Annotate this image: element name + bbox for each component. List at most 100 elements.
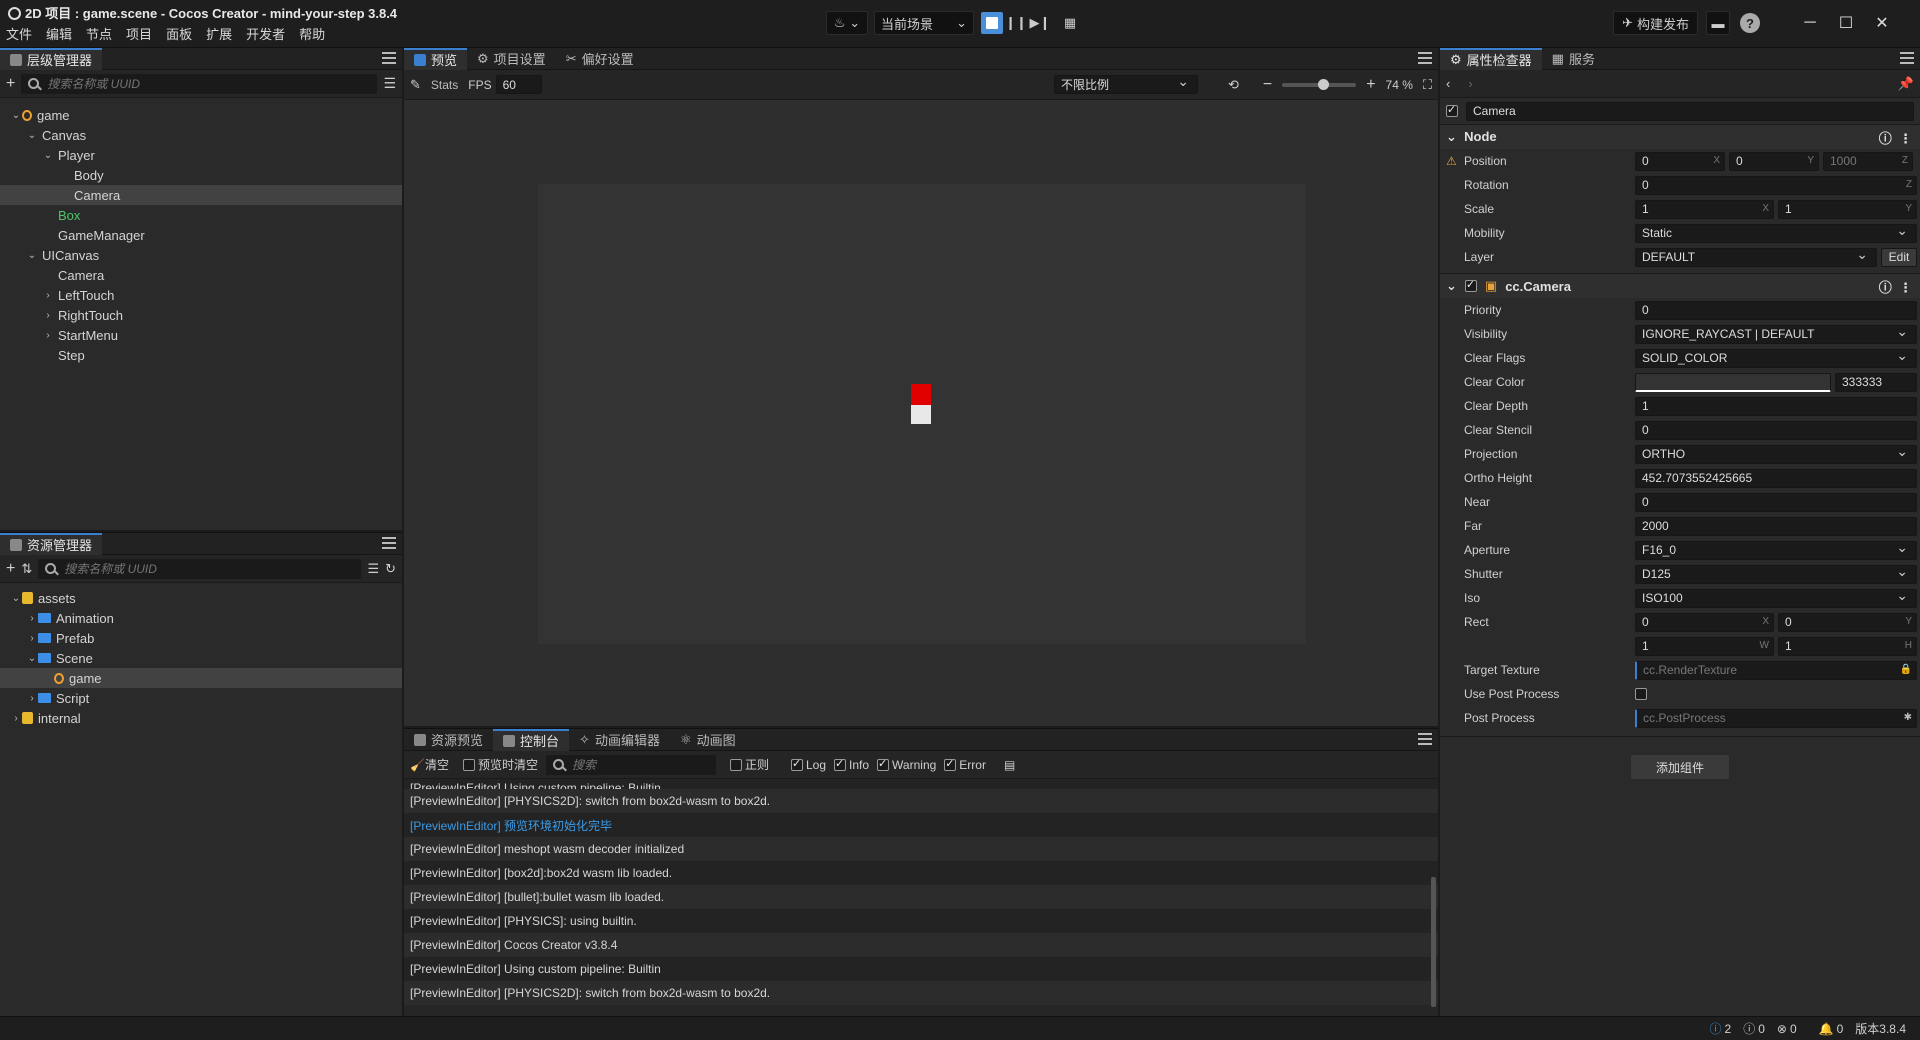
tree-item[interactable]: › RightTouch (0, 305, 402, 325)
tab-services[interactable]: ▦ 服务 (1542, 48, 1605, 70)
help-icon[interactable]: ⓘ (1879, 131, 1892, 146)
panel-menu-icon[interactable] (1900, 52, 1914, 64)
lock-icon[interactable]: 🔒 (1900, 664, 1912, 675)
console-search-input[interactable] (569, 756, 715, 773)
zoom-in-button[interactable]: + (1366, 76, 1375, 94)
open-log-icon[interactable]: ▤ (1004, 758, 1015, 772)
step-button[interactable]: ▶❙ (1028, 11, 1052, 35)
tree-item[interactable]: ⌄ Canvas (0, 125, 402, 145)
component-link-icon[interactable]: ✱ (1904, 712, 1912, 723)
tree-item[interactable]: ⌄ Player (0, 145, 402, 165)
collapse-all-icon[interactable]: ☰ (367, 561, 379, 577)
tab-assets[interactable]: 资源管理器 (0, 532, 103, 555)
property-select[interactable]: D125 (1635, 563, 1917, 584)
property-select[interactable]: ISO100 (1635, 587, 1917, 608)
tree-item[interactable]: Box (0, 205, 402, 225)
rect-x-input[interactable]: 0X (1635, 612, 1774, 632)
back-icon[interactable]: ‹ (1446, 76, 1450, 91)
scale-y-input[interactable]: 1Y (1778, 199, 1917, 219)
menu-panel[interactable]: 面板 (166, 24, 192, 43)
chevron-down-icon[interactable]: ⌄ (42, 150, 54, 161)
rotate-icon[interactable]: ⟲ (1228, 77, 1239, 93)
property-input[interactable]: 0 (1635, 492, 1917, 512)
stats-toggle[interactable]: Stats (431, 78, 458, 92)
filter-warning-checkbox[interactable]: Warning (877, 757, 936, 772)
log-row[interactable]: [PreviewInEditor] Cocos Creator v3.8.4 (404, 933, 1438, 957)
chevron-right-icon[interactable]: › (42, 330, 54, 341)
chevron-down-icon[interactable]: ⌄ (10, 110, 22, 121)
regex-checkbox[interactable]: 正则 (729, 756, 769, 773)
tree-item[interactable]: GameManager (0, 225, 402, 245)
tree-item[interactable]: ⌄ game (0, 105, 402, 125)
tree-item[interactable]: ⌄ Scene (0, 648, 402, 668)
scene-select[interactable]: 当前场景 ⌄ (874, 11, 974, 35)
panel-menu-icon[interactable] (382, 52, 396, 64)
ratio-select[interactable]: 不限比例 (1053, 73, 1198, 94)
property-input[interactable]: 0 (1635, 420, 1917, 440)
tree-item[interactable]: › StartMenu (0, 325, 402, 345)
assets-search[interactable] (38, 558, 362, 579)
tree-item[interactable]: ⌄ UICanvas (0, 245, 402, 265)
chevron-down-icon[interactable]: ⌄ (26, 130, 38, 141)
layer-select[interactable]: DEFAULT (1635, 246, 1877, 267)
scale-x-input[interactable]: 1X (1635, 199, 1774, 219)
panel-menu-icon[interactable] (1418, 52, 1432, 64)
position-x-input[interactable]: 0X (1635, 151, 1725, 171)
open-folder-button[interactable]: ▬ (1706, 11, 1730, 35)
property-input[interactable]: 0 (1635, 300, 1917, 320)
add-node-button[interactable]: + (6, 75, 15, 93)
chevron-right-icon[interactable]: › (26, 613, 38, 624)
pin-icon[interactable]: 📌 (1898, 76, 1914, 92)
clear-button[interactable]: 🧹清空 (410, 756, 449, 773)
node-active-checkbox[interactable] (1446, 103, 1458, 117)
assets-search-input[interactable] (62, 560, 361, 577)
console-search[interactable] (545, 754, 716, 775)
property-input[interactable]: 452.7073552425665 (1635, 468, 1917, 488)
warning-count[interactable]: ⓘ 0 (1743, 1020, 1765, 1037)
chevron-down-icon[interactable]: ⌄ (26, 250, 38, 261)
add-component-button[interactable]: 添加组件 (1631, 755, 1729, 779)
tree-item[interactable]: game (0, 668, 402, 688)
use-post-process-checkbox[interactable] (1635, 688, 1647, 700)
property-select[interactable]: F16_0 (1635, 539, 1917, 560)
tab-inspector[interactable]: ⚙ 属性检查器 (1440, 47, 1542, 70)
fps-input[interactable]: 60 (495, 75, 542, 94)
log-row[interactable]: [PreviewInEditor] meshopt wasm decoder i… (404, 837, 1438, 861)
chevron-down-icon[interactable]: ⌄ (10, 593, 22, 604)
tab-preferences[interactable]: ✂ 偏好设置 (556, 48, 644, 70)
camera-enabled-checkbox[interactable] (1464, 278, 1477, 292)
log-row[interactable]: [PreviewInEditor] Using custom pipeline:… (404, 957, 1438, 981)
tree-item[interactable]: › Script (0, 688, 402, 708)
menu-edit[interactable]: 编辑 (46, 24, 72, 43)
more-icon[interactable]: ⋮ (1899, 280, 1912, 295)
tree-item[interactable]: ⌄ assets (0, 588, 402, 608)
fit-screen-icon[interactable]: ⛶ (1423, 77, 1432, 93)
tree-item[interactable]: › LeftTouch (0, 285, 402, 305)
node-section-header[interactable]: ⌄ Node ⓘ ⋮ (1440, 124, 1920, 149)
property-input[interactable]: 1 (1635, 396, 1917, 416)
hierarchy-search-input[interactable] (45, 75, 377, 92)
minimize-button[interactable]: ─ (1792, 10, 1828, 36)
tree-item[interactable]: › Animation (0, 608, 402, 628)
node-name-input[interactable]: Camera (1466, 101, 1914, 121)
chevron-right-icon[interactable]: › (42, 290, 54, 301)
target-texture-input[interactable]: cc.RenderTexture 🔒 (1635, 660, 1917, 680)
pause-button[interactable]: ❙❙ (1004, 11, 1028, 35)
property-select[interactable]: IGNORE_RAYCAST | DEFAULT (1635, 323, 1917, 344)
layout-button[interactable]: ▦ (1058, 11, 1082, 35)
zoom-slider-thumb[interactable] (1317, 78, 1329, 90)
filter-info-checkbox[interactable]: Info (834, 757, 869, 772)
menu-node[interactable]: 节点 (86, 24, 112, 43)
log-row[interactable]: [PreviewInEditor] [PHYSICS2D]: switch fr… (404, 789, 1438, 813)
menu-file[interactable]: 文件 (6, 24, 32, 43)
property-input[interactable]: 2000 (1635, 516, 1917, 536)
chevron-right-icon[interactable]: › (26, 693, 38, 704)
layer-edit-button[interactable]: Edit (1881, 247, 1917, 267)
chevron-right-icon[interactable]: › (42, 310, 54, 321)
log-row[interactable]: [PreviewInEditor] 预览环境初始化完毕 (404, 813, 1438, 837)
forward-icon[interactable]: › (1468, 76, 1472, 91)
chevron-down-icon[interactable]: ⌄ (26, 653, 38, 664)
info-count[interactable]: ⓘ 2 (1710, 1020, 1732, 1037)
tree-item[interactable]: › internal (0, 708, 402, 728)
rect-y-input[interactable]: 0Y (1778, 612, 1917, 632)
